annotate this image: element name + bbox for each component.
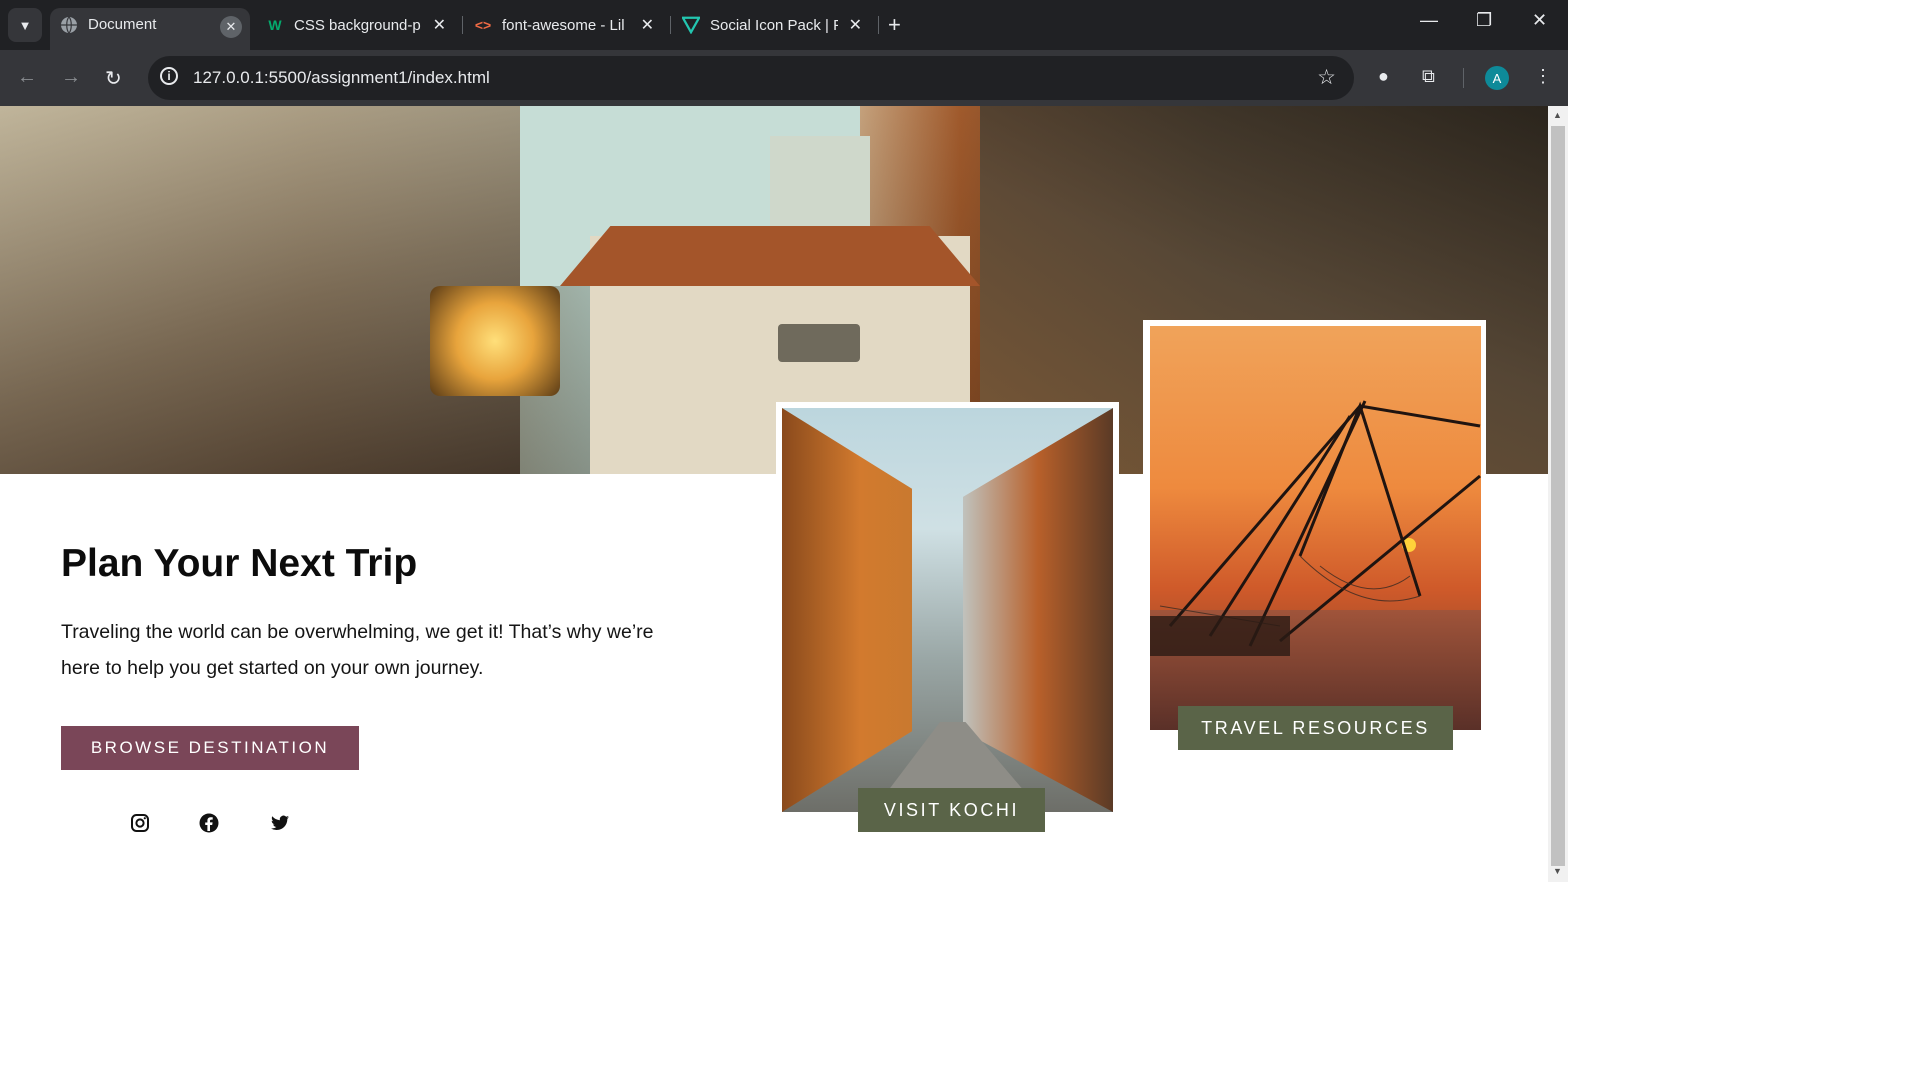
tab-document[interactable]: Document ✕ <box>50 8 250 50</box>
close-tab-icon[interactable]: ✕ <box>641 8 654 42</box>
v-logo-icon <box>682 16 700 34</box>
close-tab-icon[interactable]: ✕ <box>849 8 862 42</box>
bookmark-star-icon[interactable]: ☆ <box>1317 65 1336 90</box>
forward-arrow-icon[interactable]: → <box>61 66 81 89</box>
travel-resources-button[interactable]: TRAVEL RESOURCES <box>1178 706 1453 750</box>
reload-icon[interactable]: ↻ <box>105 66 122 91</box>
minimize-icon[interactable]: — <box>1420 10 1438 31</box>
kochi-street-photo <box>782 408 1113 812</box>
url-text[interactable]: 127.0.0.1:5500/assignment1/index.html <box>193 68 490 88</box>
close-tab-icon[interactable]: ✕ <box>433 8 446 42</box>
restore-icon[interactable]: ❐ <box>1476 10 1492 31</box>
scroll-down-icon[interactable]: ▼ <box>1553 866 1562 876</box>
kebab-menu-icon[interactable]: ⋮ <box>1534 66 1552 87</box>
new-tab-icon[interactable]: + <box>888 12 901 38</box>
profile-avatar[interactable]: A <box>1485 66 1509 90</box>
tab-title: Social Icon Pack | F <box>710 16 838 34</box>
scroll-up-icon[interactable]: ▲ <box>1553 110 1562 120</box>
tab-title: Document <box>88 16 157 33</box>
back-arrow-icon[interactable]: ← <box>17 66 37 89</box>
tab-divider <box>462 16 463 34</box>
chevron-down-icon: ▼ <box>18 17 32 33</box>
fishing-nets-photo <box>1150 326 1481 730</box>
visit-kochi-button[interactable]: VISIT KOCHI <box>858 788 1045 832</box>
code-icon: <> <box>474 17 492 33</box>
tab-font-awesome[interactable]: <> font-awesome - Lil ✕ <box>474 8 664 42</box>
globe-icon <box>60 16 78 34</box>
tab-strip: ▼ Document ✕ W CSS background-p ✕ <> fon… <box>0 0 1568 50</box>
close-tab-icon[interactable]: ✕ <box>220 16 242 38</box>
tab-social-icon-pack[interactable]: Social Icon Pack | F ✕ <box>682 8 872 42</box>
tab-title: CSS background-p <box>294 16 421 34</box>
browser-toolbar: ← → ↻ i 127.0.0.1:5500/assignment1/index… <box>0 50 1568 106</box>
tab-divider <box>670 16 671 34</box>
scrollbar-thumb[interactable] <box>1551 126 1565 866</box>
w3schools-icon: W <box>268 17 282 33</box>
page-viewport: Plan Your Next Trip Traveling the world … <box>0 106 1548 882</box>
twitter-icon[interactable] <box>269 812 291 834</box>
site-info-icon[interactable]: i <box>160 67 178 85</box>
tab-title: font-awesome - Lil <box>502 16 625 34</box>
browse-destination-button[interactable]: BROWSE DESTINATION <box>61 726 359 770</box>
close-window-icon[interactable]: ✕ <box>1532 10 1547 31</box>
page-title: Plan Your Next Trip <box>61 542 418 585</box>
extension-icon[interactable]: ● <box>1378 66 1389 87</box>
tab-css-background[interactable]: W CSS background-p ✕ <box>266 8 456 42</box>
tab-divider <box>878 16 879 34</box>
address-bar[interactable]: i 127.0.0.1:5500/assignment1/index.html … <box>148 56 1354 100</box>
toolbar-divider <box>1463 68 1464 88</box>
facebook-icon[interactable] <box>198 812 220 834</box>
tab-search-button[interactable]: ▼ <box>8 8 42 42</box>
intro-paragraph: Traveling the world can be overwhelming,… <box>61 621 654 679</box>
puzzle-icon[interactable]: ⧉ <box>1422 66 1435 87</box>
instagram-icon[interactable] <box>129 812 151 834</box>
